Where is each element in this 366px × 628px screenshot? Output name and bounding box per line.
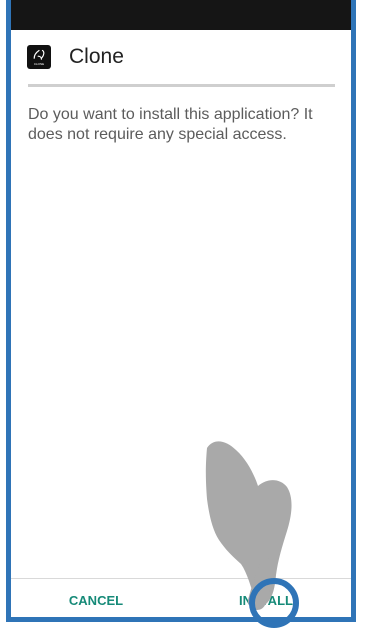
cancel-button[interactable]: CANCEL — [11, 579, 181, 617]
install-message: Do you want to install this application?… — [28, 106, 313, 143]
install-button[interactable]: INSTALL — [181, 579, 351, 617]
clone-app-icon: CLONE — [27, 45, 51, 69]
header-divider — [28, 84, 335, 87]
app-title: Clone — [69, 45, 124, 68]
app-icon-caption: CLONE — [34, 62, 44, 66]
android-install-dialog: CLONE Clone Do you want to install this … — [6, 0, 356, 622]
app-header: CLONE Clone — [11, 30, 351, 84]
dialog-actions: CANCEL INSTALL — [11, 579, 351, 617]
status-bar — [11, 0, 351, 30]
